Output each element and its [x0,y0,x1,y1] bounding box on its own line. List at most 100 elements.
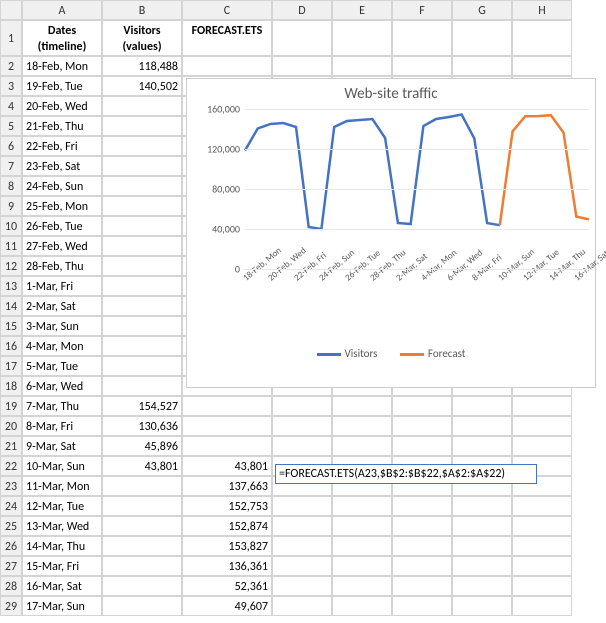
header-cell[interactable]: 10 [0,216,22,236]
data-cell[interactable] [512,496,572,516]
data-cell[interactable]: 3-Mar, Sun [22,316,102,336]
data-cell[interactable] [102,196,182,216]
data-cell[interactable] [332,416,392,436]
data-cell[interactable] [102,156,182,176]
data-cell[interactable]: 1-Mar, Fri [22,276,102,296]
data-cell[interactable] [332,556,392,576]
data-cell[interactable] [102,556,182,576]
data-cell[interactable]: 154,527 [102,396,182,416]
data-cell[interactable] [512,596,572,616]
header-cell[interactable]: D [272,0,332,20]
data-cell[interactable] [272,556,332,576]
data-cell[interactable]: 130,636 [102,416,182,436]
data-cell[interactable] [102,296,182,316]
header-cell[interactable]: 1 [0,20,22,56]
data-cell[interactable] [182,396,272,416]
header-cell[interactable]: 18 [0,376,22,396]
data-cell[interactable] [182,436,272,456]
data-cell[interactable]: 28-Feb, Thu [22,256,102,276]
data-cell[interactable] [272,20,332,56]
header-cell[interactable]: Visitors (values) [102,20,182,56]
data-cell[interactable]: 13-Mar, Wed [22,516,102,536]
header-cell[interactable]: 11 [0,236,22,256]
embedded-chart[interactable]: Web-site traffic 040,00080,000120,000160… [186,78,596,388]
data-cell[interactable] [102,536,182,556]
header-cell[interactable]: B [102,0,182,20]
data-cell[interactable] [392,20,452,56]
data-cell[interactable] [102,116,182,136]
data-cell[interactable]: 118,488 [102,56,182,76]
data-cell[interactable]: 153,827 [182,536,272,556]
data-cell[interactable]: 137,663 [182,476,272,496]
data-cell[interactable] [452,20,512,56]
data-cell[interactable] [392,396,452,416]
data-cell[interactable]: 17-Mar, Sun [22,596,102,616]
data-cell[interactable] [102,596,182,616]
data-cell[interactable]: 5-Mar, Tue [22,356,102,376]
data-cell[interactable] [452,396,512,416]
data-cell[interactable] [102,276,182,296]
data-cell[interactable]: 22-Feb, Fri [22,136,102,156]
data-cell[interactable]: 4-Mar, Mon [22,336,102,356]
data-cell[interactable] [392,596,452,616]
data-cell[interactable] [512,536,572,556]
data-cell[interactable]: 49,607 [182,596,272,616]
header-cell[interactable]: 20 [0,416,22,436]
data-cell[interactable] [452,436,512,456]
data-cell[interactable] [332,20,392,56]
data-cell[interactable]: 6-Mar, Wed [22,376,102,396]
data-cell[interactable] [272,496,332,516]
data-cell[interactable] [512,396,572,416]
data-cell[interactable] [272,436,332,456]
data-cell[interactable] [512,516,572,536]
header-cell[interactable]: 6 [0,136,22,156]
data-cell[interactable] [272,516,332,536]
data-cell[interactable]: 26-Feb, Tue [22,216,102,236]
header-cell[interactable]: G [452,0,512,20]
data-cell[interactable] [332,396,392,416]
data-cell[interactable]: 9-Mar, Sat [22,436,102,456]
data-cell[interactable] [512,436,572,456]
data-cell[interactable]: 43,801 [102,456,182,476]
header-cell[interactable]: F [392,0,452,20]
header-cell[interactable]: 17 [0,356,22,376]
header-cell[interactable]: FORECAST.ETS [182,20,272,56]
data-cell[interactable] [512,56,572,76]
data-cell[interactable] [452,536,512,556]
data-cell[interactable] [392,516,452,536]
data-cell[interactable] [452,516,512,536]
data-cell[interactable] [102,256,182,276]
data-cell[interactable]: 20-Feb, Wed [22,96,102,116]
data-cell[interactable]: 152,753 [182,496,272,516]
data-cell[interactable] [182,416,272,436]
data-cell[interactable] [332,596,392,616]
data-cell[interactable]: 19-Feb, Tue [22,76,102,96]
header-cell[interactable]: 13 [0,276,22,296]
data-cell[interactable]: 43,801 [182,456,272,476]
header-cell[interactable]: 25 [0,516,22,536]
data-cell[interactable]: 24-Feb, Sun [22,176,102,196]
data-cell[interactable]: 45,896 [102,436,182,456]
data-cell[interactable]: 11-Mar, Mon [22,476,102,496]
data-cell[interactable]: 18-Feb, Mon [22,56,102,76]
data-cell[interactable]: 136,361 [182,556,272,576]
header-cell[interactable]: 27 [0,556,22,576]
data-cell[interactable] [392,436,452,456]
data-cell[interactable] [332,536,392,556]
header-cell[interactable]: 9 [0,196,22,216]
header-cell[interactable]: 12 [0,256,22,276]
data-cell[interactable] [102,216,182,236]
data-cell[interactable] [332,496,392,516]
data-cell[interactable]: 10-Mar, Sun [22,456,102,476]
data-cell[interactable] [512,556,572,576]
header-cell[interactable]: 3 [0,76,22,96]
data-cell[interactable] [102,136,182,156]
data-cell[interactable] [452,56,512,76]
header-cell[interactable]: E [332,0,392,20]
data-cell[interactable] [102,476,182,496]
data-cell[interactable] [102,236,182,256]
data-cell[interactable] [182,56,272,76]
data-cell[interactable]: 12-Mar, Tue [22,496,102,516]
data-cell[interactable] [272,576,332,596]
formula-overlay[interactable]: =FORECAST.ETS(A23,$B$2:$B$22,$A$2:$A$22) [275,464,537,484]
